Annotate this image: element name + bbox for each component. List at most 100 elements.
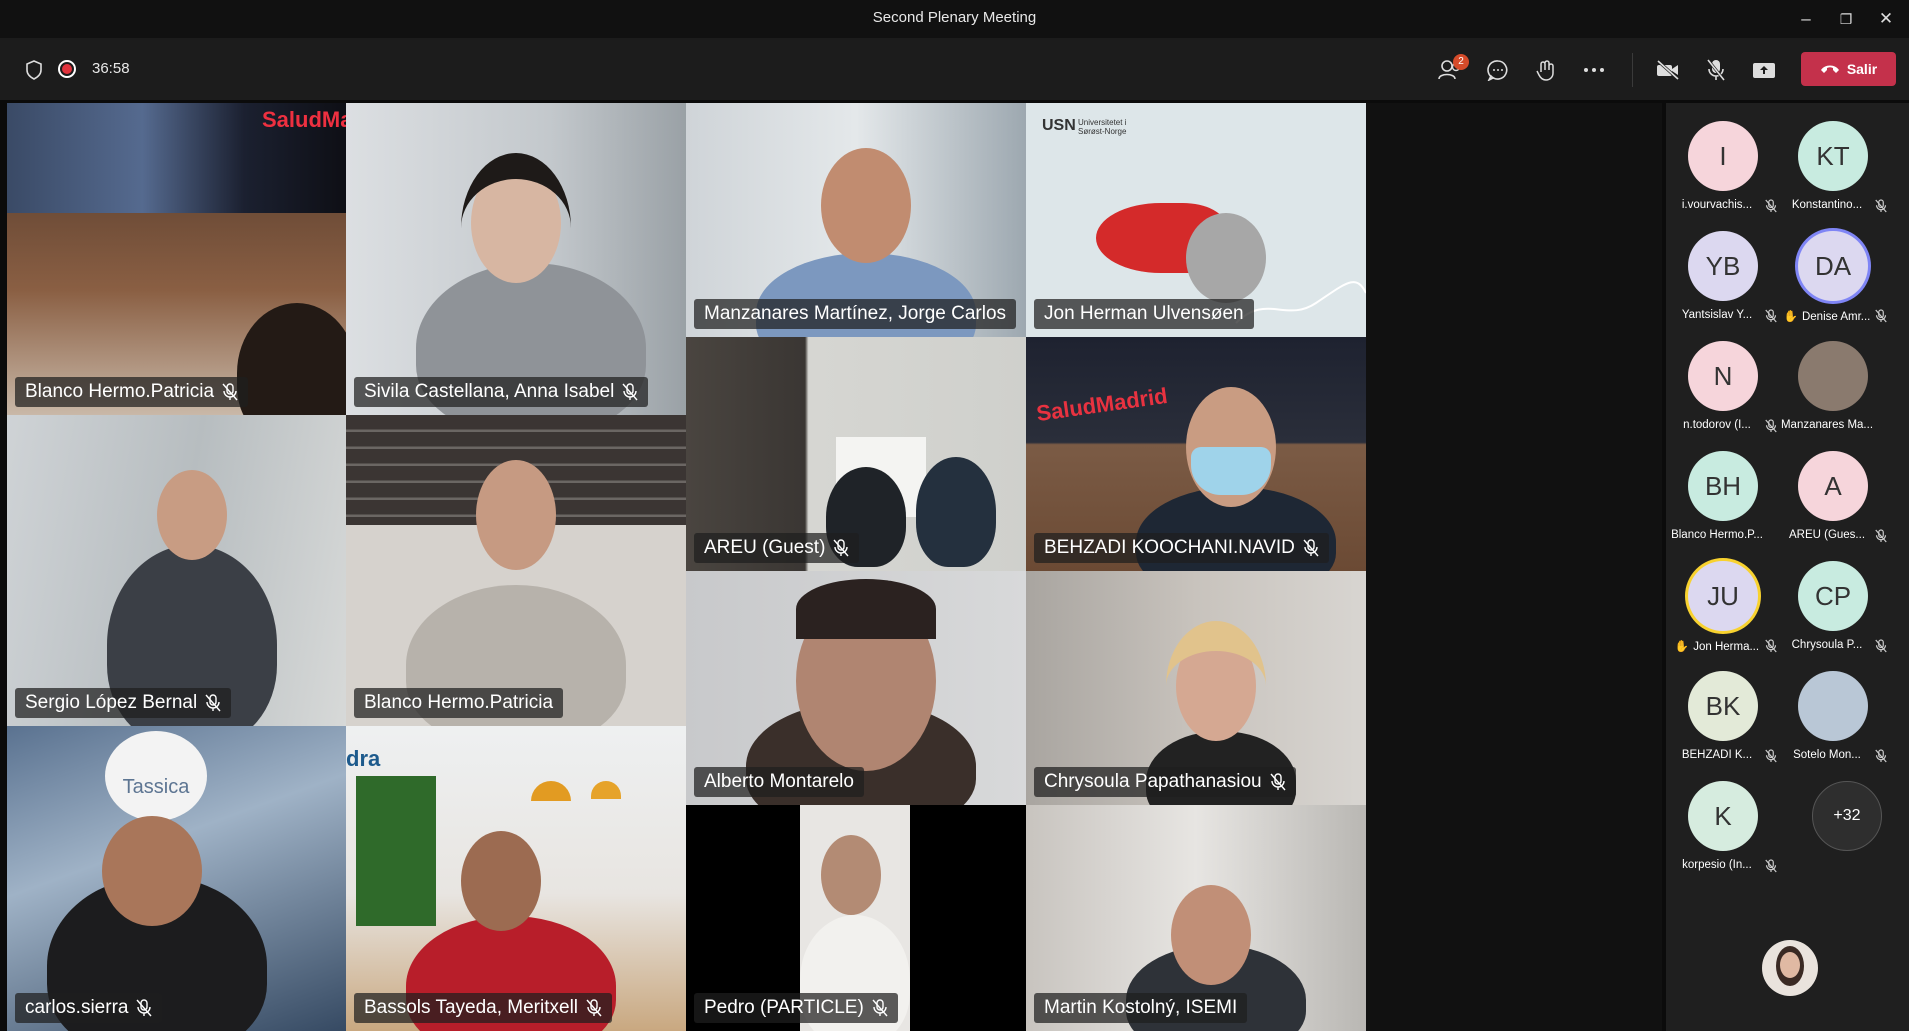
video-tile[interactable]: AREU (Guest) — [686, 337, 1026, 571]
video-tile[interactable]: Tassica carlos.sierra — [7, 726, 346, 1031]
participant-avatar: YB — [1688, 231, 1758, 301]
video-tile[interactable]: Chrysoula Papathanasiou — [1026, 571, 1366, 805]
chat-icon[interactable] — [1484, 56, 1512, 84]
video-tile[interactable]: Sergio López Bernal — [7, 415, 346, 726]
participant-name-tag: Blanco Hermo.Patricia — [354, 688, 564, 718]
meeting-timer: 36:58 — [92, 60, 130, 77]
participant-list-item[interactable]: Manzanares Ma... — [1777, 341, 1887, 451]
participant-name: Blanco Hermo.Patricia — [25, 381, 215, 402]
mic-muted-icon — [1765, 199, 1777, 213]
recording-icon — [58, 60, 76, 78]
participant-list-item[interactable]: Sotelo Mon... — [1777, 671, 1887, 781]
participant-name-tag: BEHZADI KOOCHANI.NAVID — [1034, 533, 1329, 563]
participant-avatar — [1798, 341, 1868, 411]
self-view-avatar[interactable] — [1762, 940, 1818, 996]
participant-list-name: i.vourvachis... — [1667, 199, 1767, 211]
video-tile[interactable]: Martin Kostolný, ISEMI — [1026, 805, 1366, 1031]
participant-avatar: BK — [1688, 671, 1758, 741]
participant-name-tag: Jon Herman Ulvensøen — [1034, 299, 1254, 329]
participant-list-item[interactable]: KT Konstantino... — [1777, 121, 1887, 231]
participant-list-item[interactable]: CP Chrysoula P... — [1777, 561, 1887, 671]
participant-name: Sergio López Bernal — [25, 692, 198, 713]
mic-muted-icon — [1875, 529, 1887, 543]
participant-list-label: korpesio (In... — [1682, 859, 1752, 871]
mic-muted-icon — [586, 999, 602, 1017]
saludmadrid-logo: SaludMadrid — [262, 107, 346, 132]
mic-muted-icon — [872, 999, 888, 1017]
hang-up-icon — [1820, 65, 1839, 73]
mic-muted-icon — [622, 383, 638, 401]
participant-name-tag: Pedro (PARTICLE) — [694, 993, 898, 1023]
participant-name: Pedro (PARTICLE) — [704, 997, 864, 1018]
participant-list-item[interactable]: BK BEHZADI K... — [1667, 671, 1777, 781]
participant-list-item[interactable]: A AREU (Gues... — [1777, 451, 1887, 561]
participants-badge: 2 — [1453, 54, 1469, 70]
participant-list-name: AREU (Gues... — [1777, 529, 1877, 541]
video-tile[interactable]: dra Bassols Tayeda, Meritxell — [346, 726, 686, 1031]
participant-avatar: DA — [1798, 231, 1868, 301]
participant-name: Sivila Castellana, Anna Isabel — [364, 381, 615, 402]
mic-muted-icon — [1765, 639, 1777, 653]
raised-hand-icon: ✋ — [1783, 311, 1798, 323]
participant-list-label: AREU (Gues... — [1788, 529, 1866, 541]
more-participants-button[interactable]: +32 — [1812, 781, 1882, 851]
participant-name: Martin Kostolný, ISEMI — [1044, 997, 1238, 1018]
mic-muted-icon — [1765, 309, 1777, 323]
camera-off-icon[interactable] — [1654, 56, 1682, 84]
participant-list-name: BEHZADI K... — [1667, 749, 1767, 761]
participant-list-item[interactable]: DA ✋ Denise Amr... — [1777, 231, 1887, 341]
participant-name-tag: Martin Kostolný, ISEMI — [1034, 993, 1248, 1023]
mic-muted-icon — [136, 999, 153, 1017]
mic-muted-icon — [1765, 859, 1777, 873]
video-tile[interactable]: Manzanares Martínez, Jorge Carlos — [686, 103, 1026, 337]
mic-muted-icon — [222, 383, 238, 401]
participant-list-item[interactable]: Kkorpesio (In... — [1667, 781, 1777, 891]
participant-list-item[interactable]: YB Yantsislav Y... — [1667, 231, 1777, 341]
participant-name-tag: Sergio López Bernal — [15, 688, 232, 718]
participant-name: carlos.sierra — [25, 997, 129, 1018]
tassica-logo: Tassica — [122, 776, 190, 798]
participant-name: Manzanares Martínez, Jorge Carlos — [704, 303, 1007, 324]
participant-list-name: n.todorov (I... — [1667, 419, 1767, 431]
leave-button[interactable]: Salir — [1801, 52, 1896, 86]
restore-button[interactable]: ❐ — [1826, 6, 1866, 32]
mic-muted-icon — [205, 694, 221, 712]
raised-hand-icon: ✋ — [1674, 641, 1690, 653]
mic-muted-icon — [1270, 773, 1286, 791]
video-tile[interactable]: Blanco Hermo.Patricia — [346, 415, 686, 726]
participant-avatar: N — [1688, 341, 1758, 411]
participant-list-item[interactable]: BH Blanco Hermo.P... — [1667, 451, 1777, 561]
video-tile[interactable]: Sivila Castellana, Anna Isabel — [346, 103, 686, 415]
participant-list-item[interactable]: Nn.todorov (I... — [1667, 341, 1777, 451]
participant-list-item[interactable]: Ii.vourvachis... — [1667, 121, 1777, 231]
video-tile[interactable]: SaludMadrid Blanco Hermo.Patricia — [7, 103, 346, 415]
meeting-title: Second Plenary Meeting — [872, 9, 1037, 26]
participant-avatar: A — [1798, 451, 1868, 521]
participant-name-tag: Blanco Hermo.Patricia — [15, 377, 249, 407]
participant-avatar: K — [1688, 781, 1758, 851]
video-tile[interactable]: SaludMadrid BEHZADI KOOCHANI.NAVID — [1026, 337, 1366, 571]
video-tile[interactable]: Pedro (PARTICLE) — [686, 805, 1026, 1031]
reactions-icon[interactable] — [1532, 56, 1560, 84]
participant-list-label: Denise Amr... — [1801, 311, 1871, 323]
minimize-button[interactable]: – — [1786, 6, 1826, 32]
participant-list-name: Blanco Hermo.P... — [1667, 529, 1767, 541]
mic-muted-icon — [1875, 199, 1887, 213]
mic-off-icon[interactable] — [1702, 56, 1730, 84]
more-options-icon[interactable] — [1580, 56, 1608, 84]
video-tile[interactable]: Alberto Montarelo — [686, 571, 1026, 805]
mic-muted-icon — [1875, 749, 1887, 763]
participant-list-item[interactable]: JU ✋ Jon Herma... — [1667, 561, 1777, 671]
participant-list-name: ✋ Denise Amr... — [1777, 309, 1877, 323]
participant-name-tag: Sivila Castellana, Anna Isabel — [354, 377, 649, 407]
participant-name-tag: Alberto Montarelo — [694, 767, 864, 797]
close-button[interactable]: ✕ — [1866, 6, 1906, 32]
participant-avatar — [1798, 671, 1868, 741]
video-tile[interactable]: USN Universitetet i Sørøst-Norge Jon Her… — [1026, 103, 1366, 337]
shield-icon[interactable] — [20, 56, 48, 84]
share-screen-icon[interactable] — [1750, 56, 1778, 84]
mic-muted-icon — [1765, 749, 1777, 763]
participant-name: Alberto Montarelo — [704, 771, 854, 792]
participant-avatar: I — [1688, 121, 1758, 191]
participant-avatar: CP — [1798, 561, 1868, 631]
